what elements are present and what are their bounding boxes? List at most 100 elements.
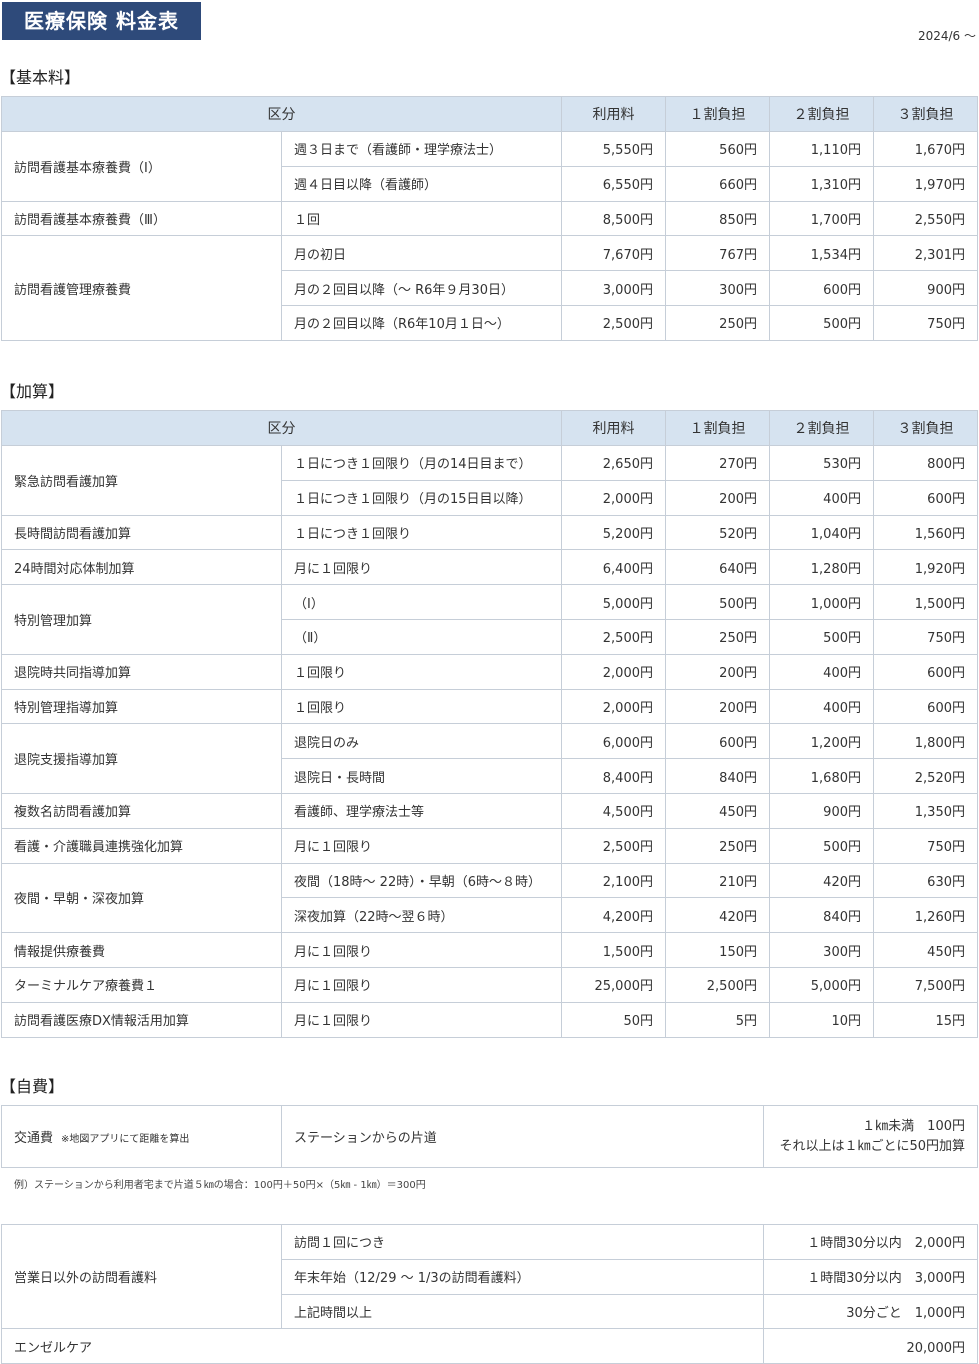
- copay-10pct: 640円: [665, 549, 770, 586]
- item-description: 退院日・長時間: [281, 758, 562, 794]
- item-description: 月の初日: [281, 235, 562, 272]
- item-description: 月に１回限り: [281, 966, 562, 1003]
- selfpay-section-title: 【自費】: [0, 1077, 65, 1096]
- fee-row: 訪問看護基本療養費（Ⅰ） 週３日まで（看護師・理学療法士） 5,550円 560円 1,…: [1, 131, 978, 202]
- item-name: 24時間対応体制加算: [1, 549, 282, 586]
- item-description: 月の２回目以降（R6年10月１日〜）: [281, 304, 562, 341]
- copay-30pct: 2,301円: [873, 235, 978, 272]
- offhours-name: 営業日以外の訪問看護料: [1, 1223, 282, 1330]
- copay-20pct: 400円: [769, 653, 874, 690]
- copay-30pct: 1,500円: [873, 584, 978, 620]
- usage-fee: 25,000円: [561, 966, 666, 1003]
- usage-fee: 2,500円: [561, 304, 666, 341]
- fee-row: 退院支援指導加算 退院日のみ 6,000円 600円 1,200円 1,800円: [1, 723, 978, 794]
- angel-care-name: エンゼルケア: [1, 1328, 764, 1364]
- copay-20pct: 420円: [769, 862, 874, 899]
- item-name: 看護・介護職員連携強化加算: [1, 827, 282, 864]
- copay-20pct: 500円: [769, 618, 874, 655]
- fee-row: 緊急訪問看護加算 １日につき１回限り（月の14日目まで） 2,650円 270円 530…: [1, 445, 978, 516]
- item-description: 週３日まで（看護師・理学療法士）: [281, 131, 562, 167]
- copay-10pct: 200円: [665, 479, 770, 516]
- header-10pct: １割負担: [665, 96, 770, 132]
- usage-fee: 1,500円: [561, 932, 666, 968]
- fee-row: 特別管理指導加算 １回限り 2,000円 200円 400円 600円: [1, 688, 978, 725]
- copay-20pct: 1,280円: [769, 549, 874, 586]
- copay-20pct: 500円: [769, 827, 874, 864]
- angel-care-row: エンゼルケア 20,000円: [1, 1328, 978, 1364]
- header-20pct: ２割負担: [769, 96, 874, 132]
- item-description: 深夜加算（22時〜翌６時）: [281, 897, 562, 934]
- usage-fee: 50円: [561, 1001, 666, 1038]
- offhours-price: １時間30分以内 3,000円: [763, 1258, 978, 1295]
- copay-30pct: 1,670円: [873, 131, 978, 167]
- fee-row: 長時間訪問看護加算 １日につき１回限り 5,200円 520円 1,040円 1,560円: [1, 514, 978, 551]
- header-30pct: ３割負担: [873, 410, 978, 446]
- item-description: 週４日目以降（看護師）: [281, 165, 562, 202]
- item-description: １回限り: [281, 688, 562, 725]
- angel-care-price: 20,000円: [763, 1328, 978, 1364]
- basic-fee-table: 区分 利用料 １割負担 ２割負担 ３割負担 訪問看護基本療養費（Ⅰ） 週３日まで（看護師・理…: [1, 96, 978, 341]
- copay-30pct: 600円: [873, 479, 978, 516]
- fee-row: 情報提供療養費 月に１回限り 1,500円 150円 300円 450円: [1, 932, 978, 968]
- usage-fee: 2,100円: [561, 862, 666, 899]
- copay-30pct: 7,500円: [873, 966, 978, 1003]
- transport-note: ※地図アプリにて距離を算出: [61, 1134, 190, 1145]
- usage-fee: 5,550円: [561, 131, 666, 167]
- copay-30pct: 1,800円: [873, 723, 978, 760]
- copay-10pct: 520円: [665, 514, 770, 551]
- copay-30pct: 1,260円: [873, 897, 978, 934]
- fee-row: 退院時共同指導加算 １回限り 2,000円 200円 400円 600円: [1, 653, 978, 690]
- item-description: 退院日のみ: [281, 723, 562, 760]
- offhours-price: 30分ごと 1,000円: [763, 1293, 978, 1330]
- item-name: 特別管理指導加算: [1, 688, 282, 725]
- copay-10pct: 450円: [665, 792, 770, 829]
- copay-20pct: 1,700円: [769, 200, 874, 237]
- item-description: 月に１回限り: [281, 827, 562, 864]
- copay-20pct: 600円: [769, 270, 874, 306]
- fee-row: 夜間・早朝・深夜加算 夜間（18時〜 22時）・早朝（6時〜８時） 2,100円 21…: [1, 862, 978, 934]
- item-description: 月に１回限り: [281, 932, 562, 968]
- fee-row: ターミナルケア療養費１ 月に１回限り 25,000円 2,500円 5,000円 7,50…: [1, 966, 978, 1003]
- copay-30pct: 750円: [873, 618, 978, 655]
- copay-10pct: 5円: [665, 1001, 770, 1038]
- offhours-price: １時間30分以内 2,000円: [763, 1224, 978, 1260]
- transport-label-cell: 交通費 ※地図アプリにて距離を算出: [1, 1105, 282, 1168]
- copay-20pct: 1,200円: [769, 723, 874, 760]
- copay-20pct: 1,000円: [769, 584, 874, 620]
- usage-fee: 4,200円: [561, 897, 666, 934]
- copay-10pct: 500円: [665, 584, 770, 620]
- copay-30pct: 900円: [873, 270, 978, 306]
- item-name: 訪問看護基本療養費（Ⅲ）: [1, 200, 282, 237]
- copay-20pct: 900円: [769, 792, 874, 829]
- copay-30pct: 2,550円: [873, 200, 978, 237]
- transport-price-cell: １㎞未満 100円 それ以上は１㎞ごとに50円加算: [763, 1105, 978, 1168]
- header-30pct: ３割負担: [873, 96, 978, 132]
- copay-10pct: 850円: [665, 200, 770, 237]
- item-description: １日につき１回限り（月の15日目以降）: [281, 479, 562, 516]
- header-10pct: １割負担: [665, 410, 770, 446]
- item-name: 訪問看護基本療養費（Ⅰ）: [1, 131, 282, 202]
- copay-10pct: 200円: [665, 688, 770, 725]
- copay-10pct: 250円: [665, 827, 770, 864]
- copay-20pct: 1,534円: [769, 235, 874, 272]
- item-description: １日につき１回限り: [281, 514, 562, 551]
- copay-10pct: 250円: [665, 304, 770, 341]
- usage-fee: 6,550円: [561, 165, 666, 202]
- copay-20pct: 400円: [769, 688, 874, 725]
- fee-row: 特別管理加算 （Ⅰ） 5,000円 500円 1,000円 1,500円: [1, 584, 978, 655]
- usage-fee: 4,500円: [561, 792, 666, 829]
- usage-fee: 2,000円: [561, 653, 666, 690]
- item-name: 退院時共同指導加算: [1, 653, 282, 690]
- transport-example-note: 例）ステーションから利用者宅まで片道５㎞の場合：100円＋50円×（5㎞ - 1…: [14, 1180, 426, 1191]
- copay-20pct: 1,110円: [769, 131, 874, 167]
- copay-30pct: 750円: [873, 304, 978, 341]
- item-description: 月に１回限り: [281, 549, 562, 586]
- offhours-row: 営業日以外の訪問看護料 訪問１回につき １時間30分以内 2,000円: [1, 1223, 978, 1330]
- copay-30pct: 1,560円: [873, 514, 978, 551]
- copay-10pct: 270円: [665, 445, 770, 481]
- copay-10pct: 767円: [665, 235, 770, 272]
- copay-10pct: 560円: [665, 131, 770, 167]
- copay-10pct: 660円: [665, 165, 770, 202]
- header-category: 区分: [1, 410, 562, 446]
- copay-20pct: 1,040円: [769, 514, 874, 551]
